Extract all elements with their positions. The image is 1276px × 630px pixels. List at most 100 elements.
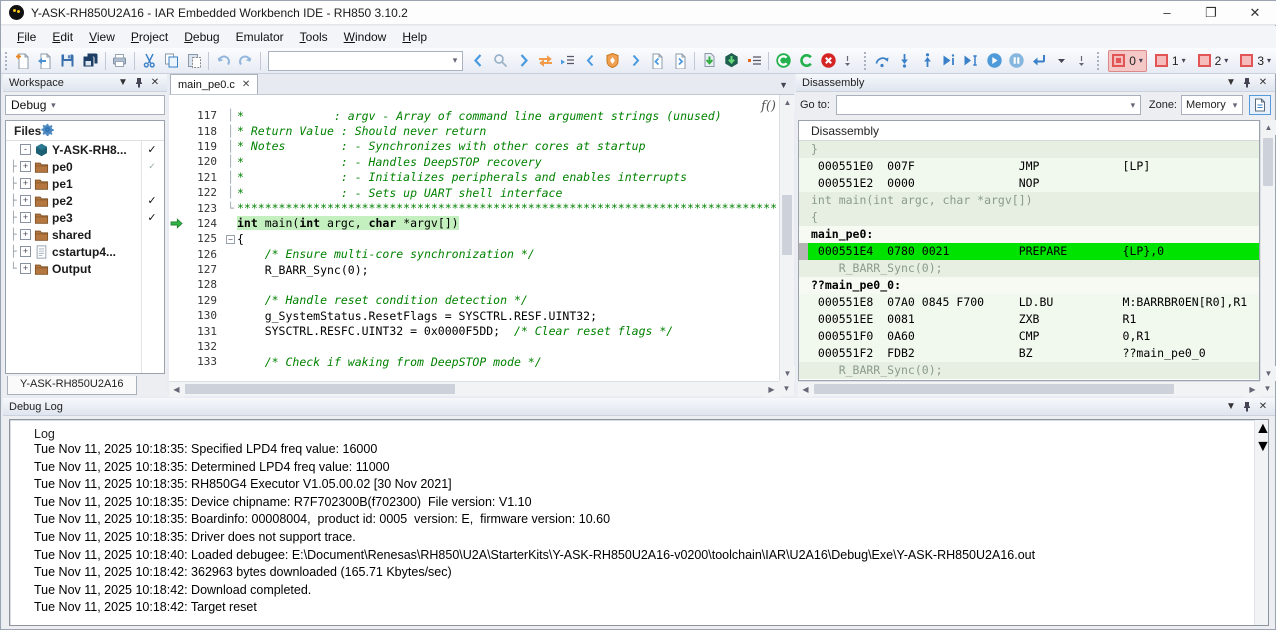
save-all-icon[interactable] [79,50,101,72]
expander-icon[interactable]: + [20,246,31,257]
editor-vertical-scrollbar[interactable]: ▲ ▼ [779,95,794,381]
fold-margin[interactable]: − [224,232,237,245]
menu-item-file[interactable]: File [9,28,44,46]
function-list-icon[interactable]: f() [761,99,776,114]
menu-item-help[interactable]: Help [394,28,435,46]
step-over-icon[interactable] [871,50,893,72]
previous-page-icon[interactable] [646,50,668,72]
overflow-caret-icon[interactable] [1073,50,1095,72]
argument-list-icon[interactable] [557,50,579,72]
menu-item-emulator[interactable]: Emulator [228,28,292,46]
core-button-1[interactable]: 1▾ [1151,50,1190,72]
save-icon[interactable] [57,50,79,72]
toolbar-grip[interactable] [1097,52,1102,70]
toolbar-grip[interactable] [5,52,10,70]
tree-item-cstartup4-[interactable]: ├+cstartup4... [6,243,164,260]
tree-item-output[interactable]: └+Output [6,260,164,277]
navigate-back-icon[interactable] [467,50,489,72]
disassembly-horizontal-scrollbar[interactable]: ◀ ▶ [798,381,1260,396]
scroll-right-icon[interactable]: ▶ [1245,382,1260,397]
reset-icon[interactable] [795,50,817,72]
expander-icon[interactable]: + [20,229,31,240]
go-icon[interactable] [983,50,1005,72]
find-icon[interactable] [489,50,511,72]
navigate-forward-icon[interactable] [512,50,534,72]
scroll-up-icon[interactable]: ▲ [1255,420,1269,438]
code-area[interactable]: 117│* : argv - Array of command line arg… [169,95,779,381]
disassembly-view[interactable]: Disassembly } 000551E0 007F JMP [LP] 000… [798,120,1260,381]
panel-menu-caret-icon[interactable]: ▼ [115,76,131,90]
open-document-icon[interactable] [34,50,56,72]
step-into-icon[interactable] [893,50,915,72]
minimize-button[interactable]: – [1145,1,1189,24]
download-and-debug-icon[interactable] [721,50,743,72]
editor-splitter-caret-icon[interactable]: ▼ [779,381,794,396]
panel-pin-icon[interactable] [131,76,147,90]
panel-menu-caret-icon[interactable]: ▼ [1223,400,1239,414]
restart-debugger-icon[interactable] [772,50,794,72]
tree-item-shared[interactable]: ├+shared [6,226,164,243]
workspace-bottom-tab[interactable]: Y-ASK-RH850U2A16 [7,376,137,395]
expander-icon[interactable]: + [20,161,31,172]
menu-item-window[interactable]: Window [336,28,395,46]
log-view[interactable]: Log Tue Nov 11, 2025 10:18:35: Specified… [9,419,1269,626]
next-statement-icon[interactable] [938,50,960,72]
scroll-left-icon[interactable]: ◀ [169,382,184,397]
toolbar-grip[interactable] [864,52,869,70]
flash-list-icon[interactable] [743,50,765,72]
expander-icon[interactable]: - [20,144,31,155]
close-button[interactable]: ✕ [1233,1,1276,24]
panel-close-icon[interactable]: ✕ [147,76,163,90]
next-page-icon[interactable] [669,50,691,72]
tree-item-pe0[interactable]: ├+pe0✓ [6,158,164,175]
goto-combobox[interactable]: ▾ [836,95,1141,115]
scroll-left-icon[interactable]: ◀ [798,382,813,397]
cut-icon[interactable] [138,50,160,72]
menu-item-project[interactable]: Project [123,28,176,46]
panel-close-icon[interactable]: ✕ [1255,76,1271,90]
tab-close-icon[interactable]: ✕ [242,79,250,90]
editor-horizontal-scrollbar[interactable]: ◀ ▶ [169,381,779,396]
scroll-down-icon[interactable]: ▼ [1255,438,1269,456]
core-button-2[interactable]: 2▾ [1194,50,1233,72]
print-icon[interactable] [109,50,131,72]
tree-item-pe3[interactable]: ├+pe3✓ [6,209,164,226]
next-bookmark-icon[interactable] [624,50,646,72]
tree-item-pe2[interactable]: ├+pe2✓ [6,192,164,209]
core-button-0[interactable]: 0▾ [1108,50,1147,72]
search-combobox[interactable]: ▾ [268,51,463,71]
menu-item-tools[interactable]: Tools [292,28,336,46]
restore-button[interactable]: ❐ [1189,1,1233,24]
log-vertical-scrollbar[interactable]: ▲ ▼ [1254,420,1268,625]
panel-menu-caret-icon[interactable]: ▼ [1223,76,1239,90]
run-to-cursor-icon[interactable] [961,50,983,72]
paste-icon[interactable] [183,50,205,72]
tree-item-y-ask-rh8-[interactable]: -Y-ASK-RH8...✓ [6,141,164,158]
core-button-3[interactable]: 3▾ [1236,50,1275,72]
expander-icon[interactable]: + [20,178,31,189]
tab-list-caret-icon[interactable]: ▼ [779,80,788,90]
tree-item-pe1[interactable]: ├+pe1 [6,175,164,192]
editor-tab-main-pe0[interactable]: main_pe0.c ✕ [170,74,258,94]
menu-item-debug[interactable]: Debug [176,28,227,46]
step-out-icon[interactable] [916,50,938,72]
disassembly-vertical-scrollbar[interactable]: ▲ ▼ [1260,120,1275,381]
expander-icon[interactable]: + [20,195,31,206]
copy-icon[interactable] [160,50,182,72]
zone-select[interactable]: Memory ▾ [1181,95,1243,115]
previous-bookmark-icon[interactable] [579,50,601,72]
overflow-caret-icon[interactable] [840,50,862,72]
configuration-select[interactable]: Debug ▾ [5,95,165,115]
redo-icon[interactable] [235,50,257,72]
menu-item-view[interactable]: View [81,28,123,46]
scroll-down-icon[interactable]: ▼ [780,366,795,381]
panel-close-icon[interactable]: ✕ [1255,400,1271,414]
scroll-up-icon[interactable]: ▲ [780,95,795,110]
scroll-up-icon[interactable]: ▲ [1261,120,1276,135]
panel-pin-icon[interactable] [1239,400,1255,414]
new-document-icon[interactable] [12,50,34,72]
expander-icon[interactable]: + [20,212,31,223]
stop-debugging-icon[interactable] [1028,50,1050,72]
gear-icon[interactable] [41,123,54,139]
break-icon[interactable] [1006,50,1028,72]
